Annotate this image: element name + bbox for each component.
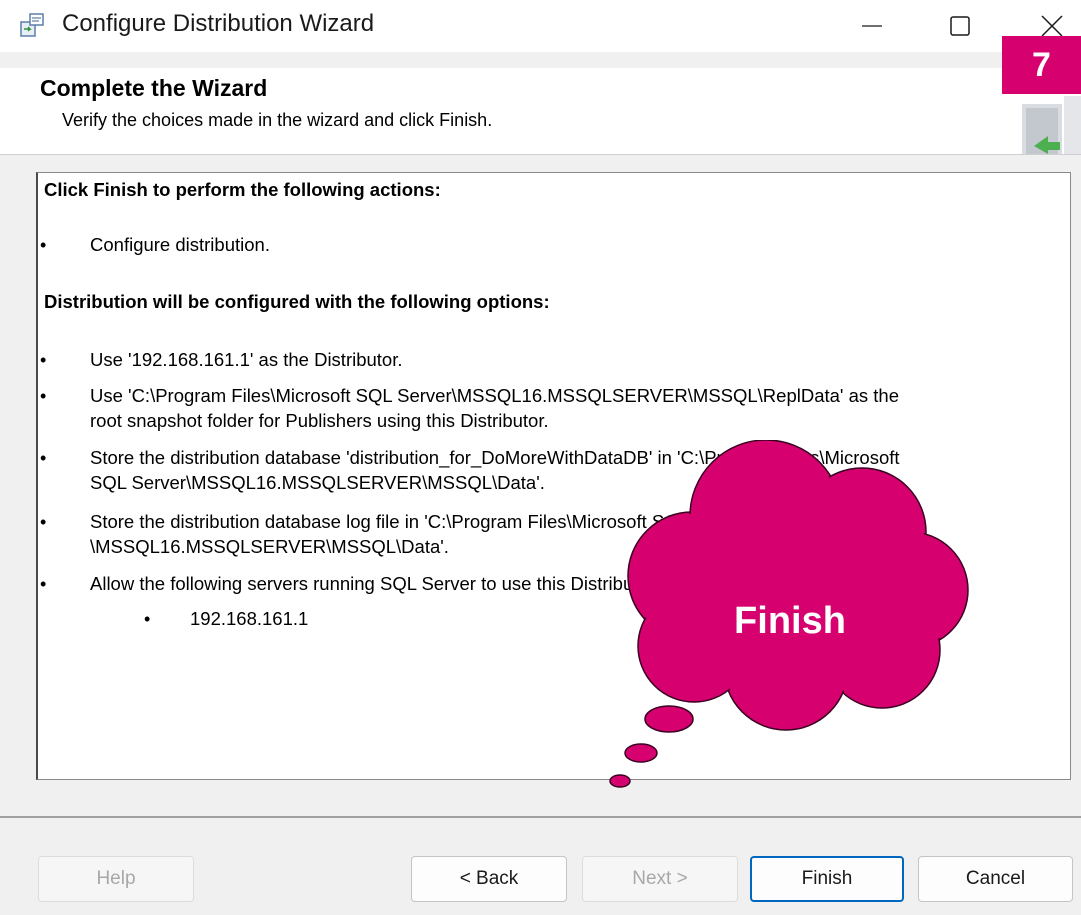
bullet-icon: • — [144, 609, 151, 629]
option-item-continued: root snapshot folder for Publishers usin… — [90, 410, 549, 431]
footer-divider — [0, 816, 1081, 818]
action-item: Configure distribution. — [90, 234, 270, 255]
option-item-continued: SQL Server\MSSQL16.MSSQLSERVER\MSSQL\Dat… — [90, 472, 545, 493]
actions-heading: Click Finish to perform the following ac… — [44, 179, 441, 200]
finish-button[interactable]: Finish — [750, 856, 904, 902]
title-bar: Configure Distribution Wizard — [0, 0, 1081, 52]
help-button[interactable]: Help — [38, 856, 194, 902]
bullet-icon: • — [40, 448, 47, 468]
bullet-icon: • — [40, 574, 47, 594]
server-graphic-icon — [1022, 96, 1081, 154]
bullet-icon: • — [40, 350, 47, 370]
bullet-icon: • — [40, 235, 47, 255]
wizard-icon — [20, 13, 44, 37]
option-item: Allow the following servers running SQL … — [90, 573, 660, 594]
callout-text: Finish — [734, 600, 846, 642]
option-item-continued: \MSSQL16.MSSQLSERVER\MSSQL\Data'. — [90, 536, 449, 557]
bullet-icon: • — [40, 386, 47, 406]
page-subtitle: Verify the choices made in the wizard an… — [62, 110, 493, 130]
wizard-header: Complete the Wizard Verify the choices m… — [0, 68, 1081, 155]
option-item: Use '192.168.161.1' as the Distributor. — [90, 349, 403, 370]
bullet-icon: • — [40, 512, 47, 532]
option-item: Use 'C:\Program Files\Microsoft SQL Serv… — [90, 385, 900, 406]
options-heading: Distribution will be configured with the… — [44, 291, 550, 312]
back-button[interactable]: < Back — [411, 856, 567, 902]
next-button[interactable]: Next > — [582, 856, 738, 902]
cancel-button[interactable]: Cancel — [918, 856, 1073, 902]
maximize-button[interactable] — [930, 6, 990, 46]
maximize-icon — [950, 16, 970, 36]
page-title: Complete the Wizard — [40, 75, 268, 101]
step-number-badge: 7 — [1002, 36, 1081, 94]
server-item: 192.168.161.1 — [190, 608, 309, 629]
minimize-icon — [862, 25, 882, 27]
window-title: Configure Distribution Wizard — [62, 10, 375, 37]
minimize-button[interactable] — [842, 6, 902, 46]
